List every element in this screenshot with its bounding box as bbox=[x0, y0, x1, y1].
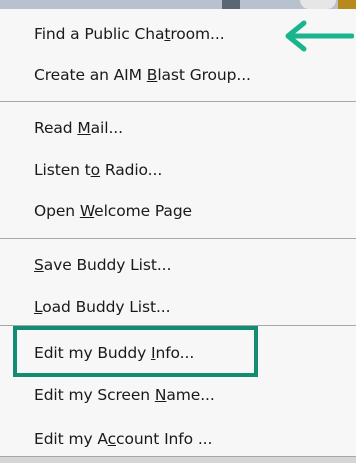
window-toolbar-edge bbox=[0, 0, 356, 9]
toolbar-icon bbox=[300, 0, 336, 9]
toolbar-icon bbox=[338, 0, 356, 9]
annotation-arrow-icon bbox=[285, 20, 354, 52]
context-menu: Find a Public Chatroom... Create an AIM … bbox=[0, 9, 356, 463]
menu-item-label: Load Buddy List... bbox=[34, 298, 171, 316]
annotation-highlight-box bbox=[13, 326, 258, 377]
menu-bottom-edge bbox=[0, 456, 356, 463]
menu-separator bbox=[0, 101, 356, 102]
menu-item-label: Read Mail... bbox=[34, 119, 123, 137]
menu-item-label: Find a Public Chatroom... bbox=[34, 25, 225, 43]
menu-item-label: Edit my Screen Name... bbox=[34, 386, 215, 404]
menu-item-label: Edit my Account Info ... bbox=[34, 430, 213, 448]
menu-separator bbox=[0, 238, 356, 239]
menu-item-label: Create an AIM Blast Group... bbox=[34, 66, 251, 84]
menu-item-label: Listen to Radio... bbox=[34, 161, 163, 179]
menu-item-label: Save Buddy List... bbox=[34, 256, 172, 274]
menu-item-label: Open Welcome Page bbox=[34, 202, 192, 220]
toolbar-icon bbox=[222, 0, 240, 9]
